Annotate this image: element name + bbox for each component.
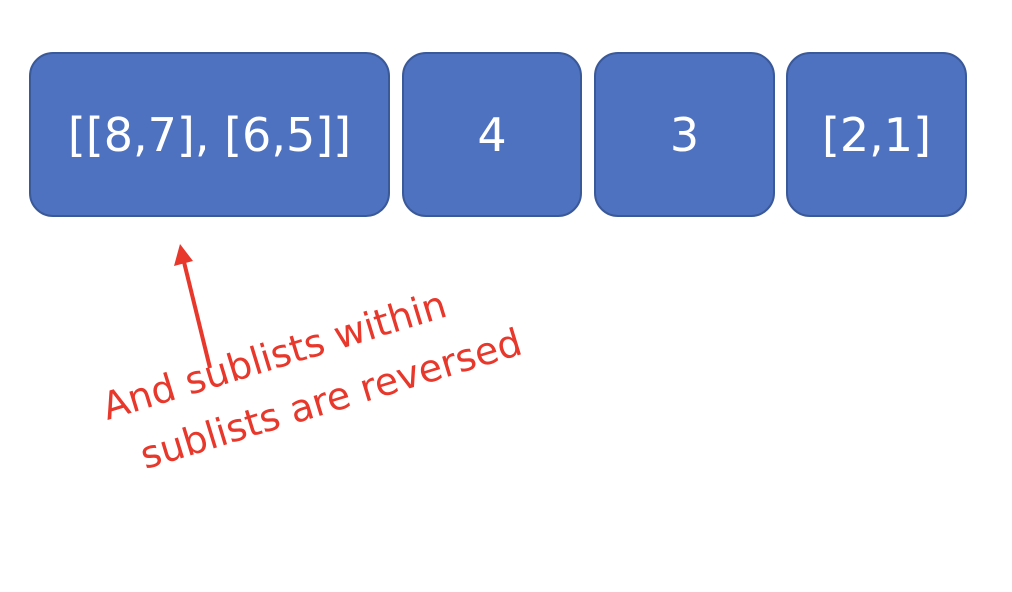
box-label: [[8,7], [6,5]] [67,107,352,162]
list-item-box: [[8,7], [6,5]] [29,52,390,217]
list-item-box: 4 [402,52,582,217]
list-item-box: 3 [594,52,775,217]
box-label: [2,1] [821,107,932,162]
box-label: 3 [669,107,700,162]
annotation-text: And sublists within sublists are reverse… [95,258,529,491]
list-item-box: [2,1] [786,52,967,217]
box-label: 4 [477,107,507,162]
arrow-head [174,244,193,266]
